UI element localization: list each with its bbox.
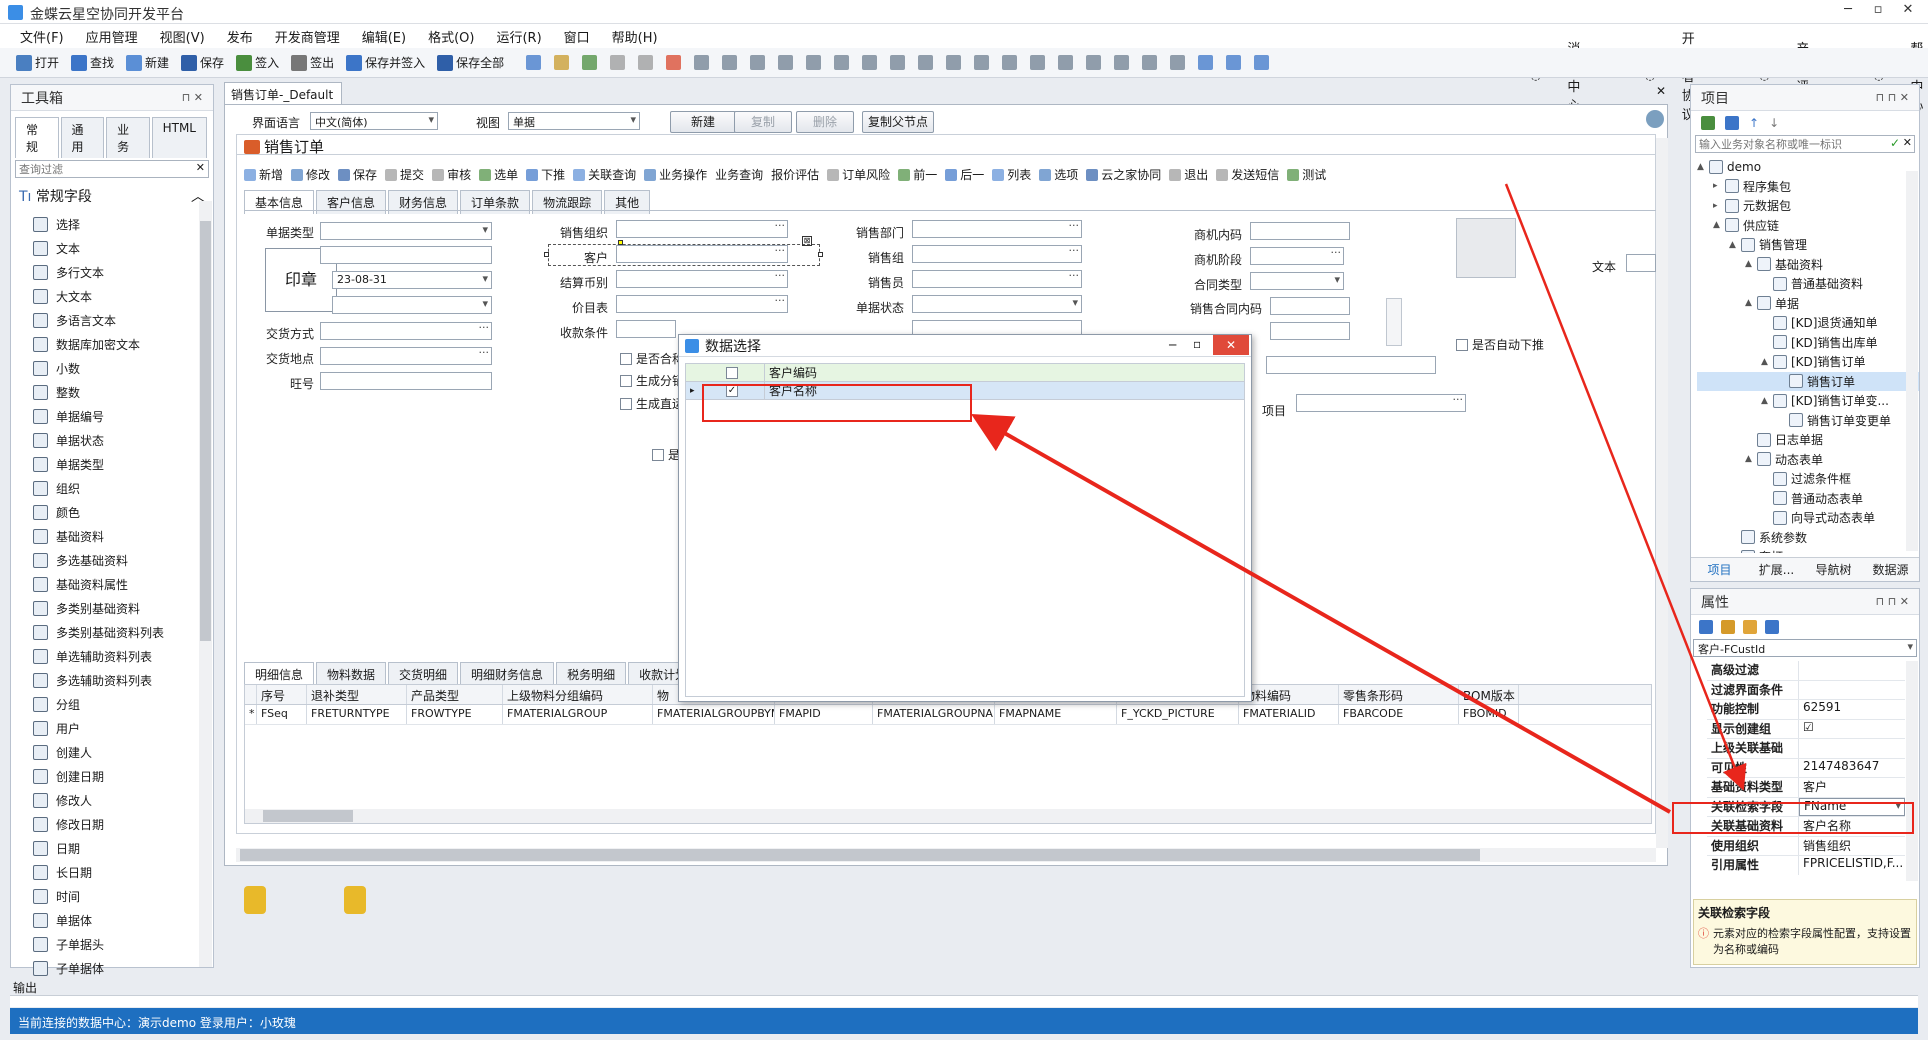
annotation-arrows bbox=[971, 183, 1747, 814]
arrow-to-properties bbox=[1504, 183, 1747, 791]
arrow-to-customer-name bbox=[971, 414, 1671, 814]
